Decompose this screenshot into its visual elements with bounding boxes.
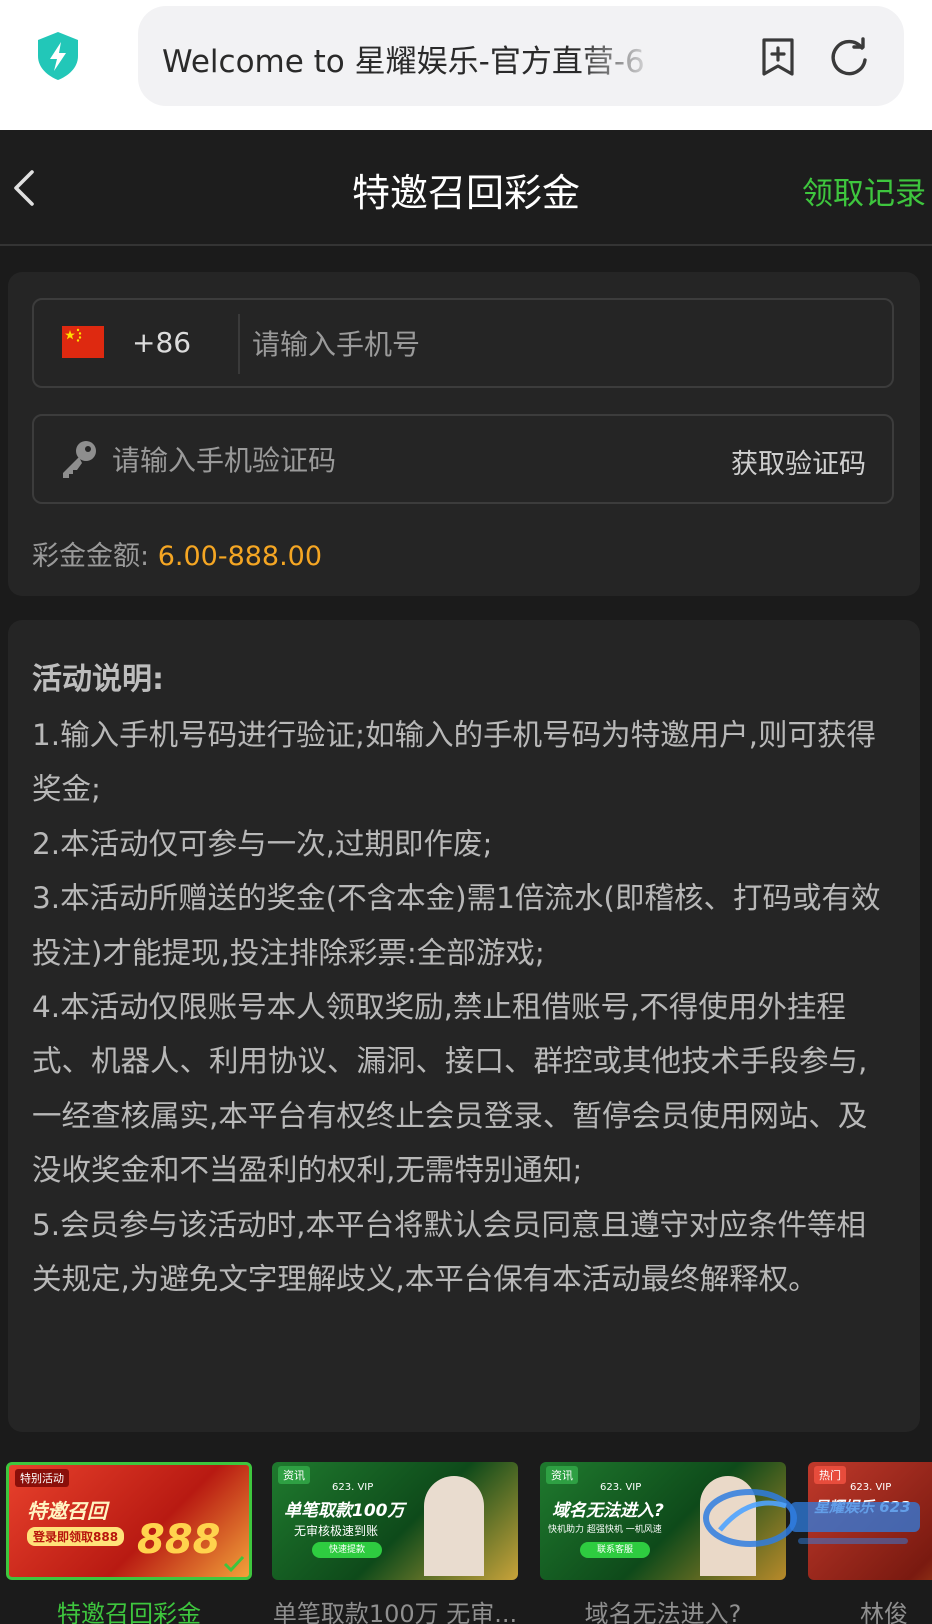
promo-banner[interactable]: 特别活动 特邀召回 登录即领取888 888 (6, 1462, 252, 1580)
description-body: 1.输入手机号码进行验证;如输入的手机号码为特邀用户,则可获得奖金; 2.本活动… (32, 708, 894, 1306)
promo-subline: 快机助力 超强快机 一机风速 (548, 1525, 662, 1535)
claim-records-link[interactable]: 领取记录 (802, 168, 926, 213)
add-bookmark-icon[interactable] (758, 36, 798, 78)
bonus-amount-label: 彩金金额: (32, 541, 150, 572)
bonus-amount-row: 彩金金额: 6.00-888.00 (32, 534, 322, 573)
promo-banner[interactable]: 资讯 623. VIP 单笔取款100万 无审核极速到账 快速提款 (272, 1462, 518, 1580)
promo-headline: 特邀召回 (27, 1499, 107, 1523)
watermark-logo (703, 1489, 920, 1547)
page-title: 特邀召回彩金 (351, 171, 580, 215)
url-title: Welcome to 星耀娱乐-官方直营-6 (162, 44, 645, 80)
promo-action: 快速提款 (312, 1542, 382, 1558)
rule-item: 3.本活动所赠送的奖金(不含本金)需1倍流水(即稽核、打码或有效投注)才能提现,… (32, 881, 881, 970)
bonus-amount-value: 6.00-888.00 (157, 541, 323, 572)
claim-form-card: +86 获取验证码 彩金金额: 6.00-888.00 (8, 272, 920, 596)
get-code-button[interactable]: 获取验证码 (731, 442, 866, 481)
promo-label: 特邀召回彩金 (57, 1600, 201, 1624)
field-divider (238, 314, 240, 374)
phone-field: +86 (32, 298, 894, 388)
promo-label: 单笔取款100万 无审... (272, 1600, 518, 1624)
rule-item: 2.本活动仅可参与一次,过期即作废; (32, 826, 493, 861)
promo-vip: 623. VIP (332, 1482, 374, 1493)
rule-item: 1.输入手机号码进行验证;如输入的手机号码为特邀用户,则可获得奖金; (32, 718, 876, 807)
browser-toolbar: Welcome to 星耀娱乐-官方直营-6 (0, 0, 932, 130)
country-code-selector[interactable]: +86 (132, 326, 191, 359)
verification-code-field: 获取验证码 (32, 414, 894, 504)
promo-figure (424, 1476, 484, 1576)
promo-tag: 资讯 (278, 1466, 310, 1484)
key-icon (63, 441, 96, 478)
phone-input[interactable] (252, 322, 852, 366)
promo-label: 域名无法进入? (584, 1600, 742, 1624)
promo-headline: 域名无法进入? (552, 1501, 664, 1521)
verification-code-input[interactable] (112, 438, 672, 482)
address-bar[interactable]: Welcome to 星耀娱乐-官方直营-6 (138, 6, 904, 106)
url-fade (578, 28, 658, 84)
promo-tag: 特别活动 (15, 1469, 69, 1487)
app-header: 特邀召回彩金 领取记录 (0, 130, 932, 246)
shield-bolt-icon[interactable] (34, 30, 82, 82)
description-title: 活动说明: (32, 662, 164, 697)
promo-headline: 单笔取款100万 (284, 1501, 405, 1521)
reload-icon[interactable] (828, 36, 870, 78)
promo-label: 林俊 (860, 1600, 908, 1624)
promo-card-recall[interactable]: 特别活动 特邀召回 登录即领取888 888 特邀召回彩金 (6, 1462, 252, 1624)
promo-subline: 登录即领取888 (27, 1527, 125, 1546)
promo-tag: 热门 (814, 1466, 846, 1484)
promo-subline: 无审核极速到账 (294, 1524, 379, 1538)
activity-description-card: 活动说明: 1.输入手机号码进行验证;如输入的手机号码为特邀用户,则可获得奖金;… (8, 620, 920, 1432)
china-flag-icon[interactable] (62, 326, 104, 358)
rule-item: 4.本活动仅限账号本人领取奖励,禁止租借账号,不得使用外挂程式、机器人、利用协议… (32, 990, 868, 1188)
promo-tag: 资讯 (546, 1466, 578, 1484)
check-icon (223, 1555, 245, 1573)
rule-item: 5.会员参与该活动时,本平台将默认会员同意且遵守对应条件等相关规定,为避免文字理… (32, 1207, 867, 1297)
promo-vip: 623. VIP (600, 1482, 642, 1493)
promo-card-withdraw[interactable]: 资讯 623. VIP 单笔取款100万 无审核极速到账 快速提款 单笔取款10… (272, 1462, 518, 1624)
promo-action: 联系客服 (580, 1542, 650, 1558)
promo-big-number: 888 (137, 1517, 221, 1563)
